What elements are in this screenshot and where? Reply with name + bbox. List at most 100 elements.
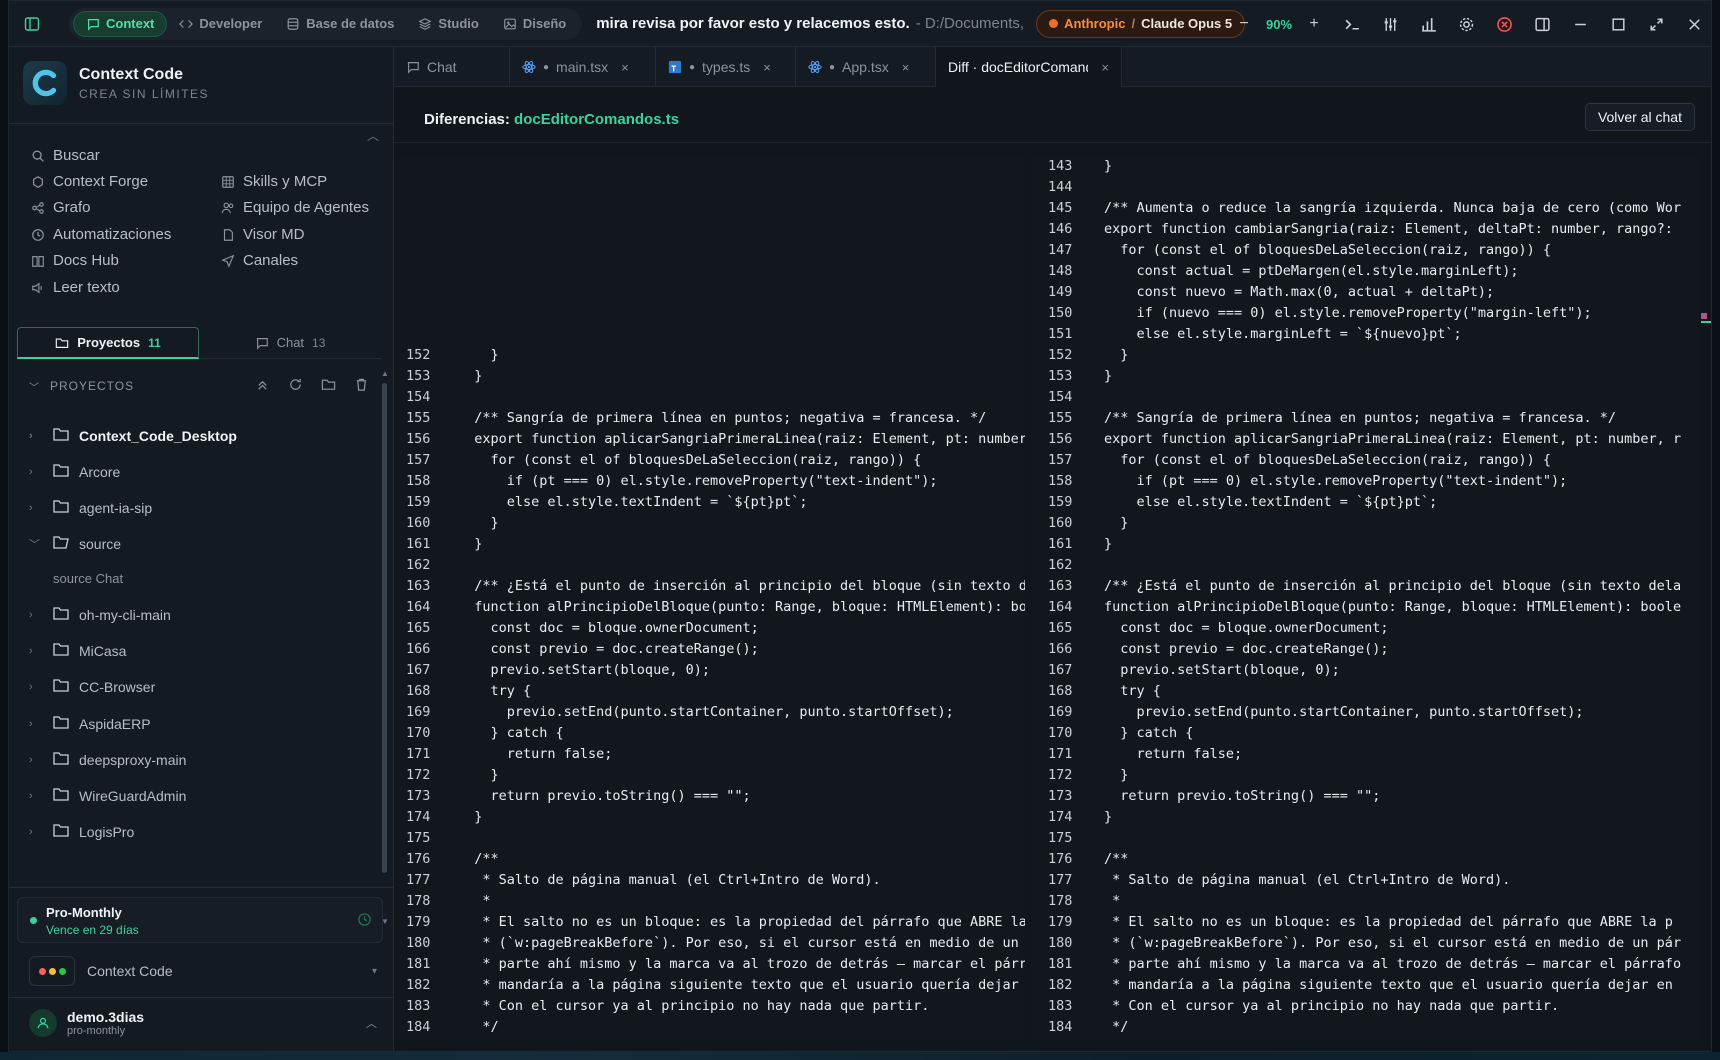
maximize-icon[interactable] (1599, 1, 1637, 47)
diff-line: 167 previo.setStart(bloque, 0); (1032, 660, 1698, 681)
folder-icon (53, 823, 69, 840)
chevron-right-icon[interactable]: › (29, 645, 43, 657)
split-panel-icon[interactable] (1523, 1, 1561, 47)
workspace-selector[interactable]: Context Code ▾ (29, 953, 385, 989)
close-tab-icon[interactable]: × (621, 60, 629, 75)
close-tab-icon[interactable]: × (1101, 60, 1109, 75)
code-text: } (1104, 767, 1129, 783)
chevron-up-icon[interactable]: ︿ (366, 1015, 377, 1031)
code-text: for (const el of bloquesDeLaSeleccion(ra… (1104, 242, 1552, 258)
code-text: else el.style.textIndent = `${pt}pt`; (1104, 494, 1438, 510)
nav-item-docs-hub[interactable]: Docs Hub (31, 252, 119, 269)
scrollbar-thumb[interactable] (382, 383, 387, 873)
new-folder-icon[interactable] (321, 377, 336, 395)
close-tab-icon[interactable]: × (902, 60, 910, 75)
sidebar-scrollbar[interactable]: ▲ ▼ (381, 369, 389, 929)
code-text: /** Sangría de primera línea en puntos; … (1104, 410, 1617, 426)
chevron-right-icon[interactable]: › (29, 681, 43, 693)
editor-tab[interactable]: Diff · docEditorComandos.ts × (936, 47, 1122, 87)
nav-item-search[interactable]: Buscar (31, 147, 100, 164)
line-number: 169 (406, 704, 431, 720)
diff-line: 144 (1032, 177, 1698, 198)
user-account[interactable]: demo.3dias pro-monthly ︿ (29, 1003, 385, 1043)
diff-minimap[interactable] (1701, 313, 1711, 333)
chevron-right-icon[interactable]: › (29, 790, 43, 802)
restore-icon[interactable] (1637, 1, 1675, 47)
tab-chat[interactable]: Chat 13 (199, 327, 381, 359)
diff-line: 171 return false; (1032, 744, 1698, 765)
back-to-chat-button[interactable]: Volver al chat (1584, 103, 1695, 131)
zoom-in-button[interactable]: + (1295, 1, 1333, 47)
line-number: 161 (406, 536, 431, 552)
brand-tagline: CREA SIN LÍMITES (79, 86, 210, 101)
nav-item-context-forge[interactable]: Context Forge (31, 173, 148, 190)
editor-tab[interactable]: ● App.tsx × (796, 47, 936, 87)
trash-icon[interactable] (354, 377, 369, 395)
editor-tab[interactable]: ● types.ts × (656, 47, 796, 87)
chevron-right-icon[interactable]: › (29, 826, 43, 838)
close-tab-icon[interactable]: × (763, 60, 771, 75)
stats-icon[interactable] (1409, 1, 1447, 47)
plan-card[interactable]: Pro-Monthly Vence en 29 días (17, 897, 383, 943)
code-text: if (nuevo === 0) el.style.removeProperty… (1104, 305, 1592, 321)
line-number: 155 (1048, 410, 1073, 426)
tab-projects[interactable]: Proyectos 11 (17, 327, 199, 359)
diff-line: 179 * El salto no es un bloque: es la pr… (398, 912, 1025, 933)
nav-item-agent-team[interactable]: Equipo de Agentes (221, 199, 369, 216)
chevron-right-icon[interactable]: › (29, 718, 43, 730)
project-item[interactable]: › deepsproxy-main (29, 751, 186, 768)
mode-developer[interactable]: Developer (167, 11, 274, 37)
nav-item-channels[interactable]: Canales (221, 252, 298, 269)
chevron-right-icon[interactable]: › (29, 430, 43, 442)
diff-pane-modified[interactable]: 143} 144 145 /** Aumenta o reduce la sangrí… (1032, 156, 1698, 1040)
settings-gear-icon[interactable] (1447, 1, 1485, 47)
sidebar-toggle-icon[interactable] (17, 9, 47, 39)
project-item[interactable]: ﹀ source (29, 535, 121, 552)
editor-tab[interactable]: Chat (394, 47, 510, 87)
nav-item-skills-mcp[interactable]: Skills y MCP (221, 173, 327, 190)
chevron-down-icon[interactable]: ﹀ (29, 536, 43, 552)
terminal-icon[interactable] (1333, 1, 1371, 47)
nav-item-md-viewer[interactable]: Visor MD (221, 226, 304, 243)
model-selector[interactable]: Anthropic / Claude Opus 5 (1036, 9, 1246, 38)
refresh-icon[interactable] (288, 377, 303, 395)
stop-circle-icon[interactable] (1485, 1, 1523, 47)
mode-studio[interactable]: Studio (406, 11, 490, 37)
project-item[interactable]: › Arcore (29, 463, 120, 480)
mode-design[interactable]: Diseño (491, 11, 578, 37)
nav-item-graph[interactable]: Grafo (31, 199, 91, 216)
zoom-out-button[interactable]: − (1225, 1, 1263, 47)
diff-line: 151 else el.style.marginLeft = `${nuevo}… (1032, 324, 1698, 345)
project-item[interactable]: › MiCasa (29, 642, 126, 659)
chevron-right-icon[interactable]: › (29, 502, 43, 514)
nav-item-read-text[interactable]: Leer texto (31, 279, 120, 296)
project-item[interactable]: › WireGuardAdmin (29, 787, 186, 804)
collapse-all-icon[interactable] (255, 377, 270, 395)
project-name: LogisPro (79, 823, 135, 840)
minimize-icon[interactable] (1561, 1, 1599, 47)
project-item[interactable]: › CC-Browser (29, 678, 155, 695)
project-item[interactable]: › agent-ia-sip (29, 499, 152, 516)
code-text: export function cambiarSangria(raiz: Ele… (1104, 221, 1673, 237)
diff-line: 181 * parte ahí mismo y la marca va al t… (1032, 954, 1698, 975)
chevron-right-icon[interactable]: › (29, 466, 43, 478)
nav-item-automations[interactable]: Automatizaciones (31, 226, 171, 243)
sliders-icon[interactable] (1371, 1, 1409, 47)
project-item[interactable]: › LogisPro (29, 823, 134, 840)
project-item[interactable]: › Context_Code_Desktop (29, 427, 237, 444)
close-window-icon[interactable] (1675, 1, 1711, 47)
project-name: Context_Code_Desktop (79, 427, 237, 444)
chevron-down-icon[interactable]: ﹀ (29, 379, 40, 394)
chevron-right-icon[interactable]: › (29, 609, 43, 621)
diff-file-name[interactable]: docEditorComandos.ts (514, 111, 679, 128)
mode-database[interactable]: Base de datos (274, 11, 406, 37)
chevron-right-icon[interactable]: › (29, 754, 43, 766)
folder-icon (53, 499, 69, 516)
mode-context[interactable]: Context (73, 10, 168, 37)
editor-tab[interactable]: ● main.tsx × (510, 47, 656, 87)
project-item[interactable]: › AspidaERP (29, 715, 151, 732)
diff-pane-original[interactable]: 152 } 153 } 154 155 /** Sangría de primera … (398, 156, 1025, 1040)
collapse-nav-icon[interactable]: ︿ (367, 127, 379, 144)
project-item[interactable]: › oh-my-cli-main (29, 606, 171, 623)
project-chat-item[interactable]: source Chat (53, 571, 123, 586)
